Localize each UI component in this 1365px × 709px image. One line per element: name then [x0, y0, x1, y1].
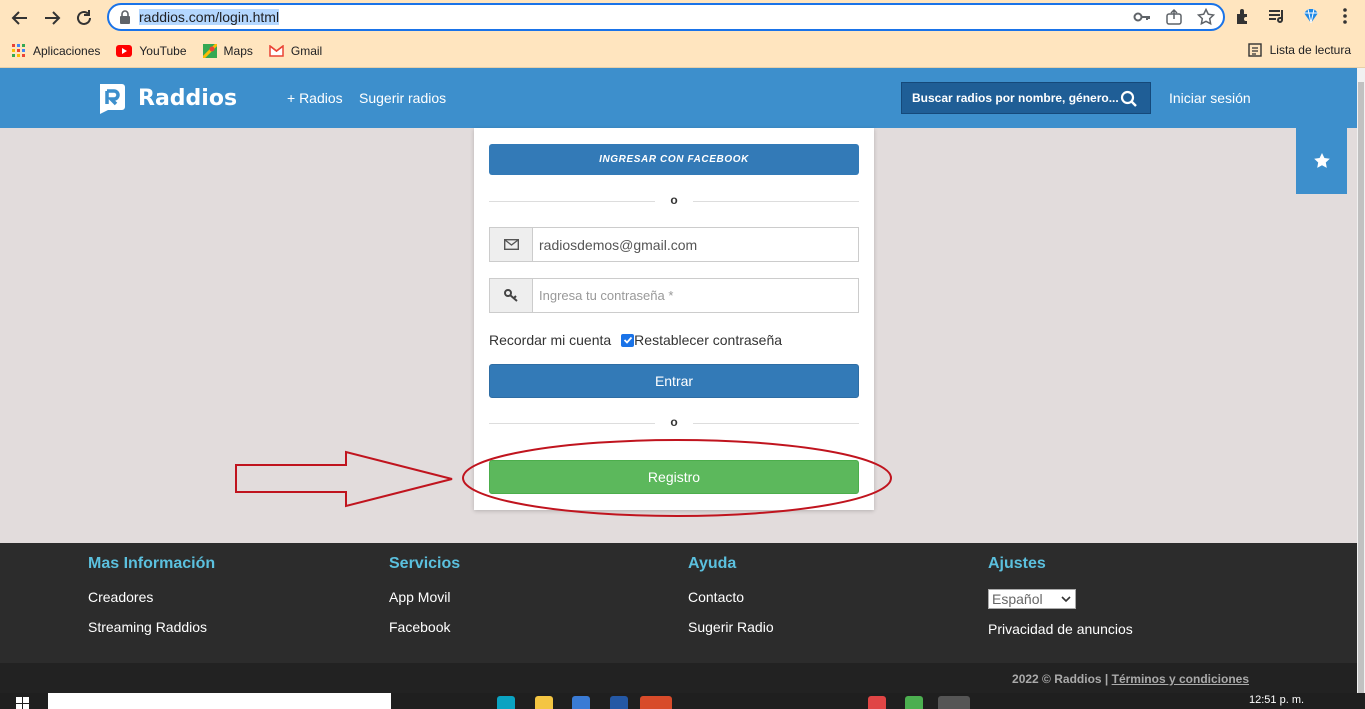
- diamond-extension-icon[interactable]: [1301, 6, 1321, 26]
- app-taskbar-icon[interactable]: [610, 696, 628, 709]
- footer-link-creators[interactable]: Creadores: [88, 589, 215, 605]
- sub-footer: 2022 © Raddios | Términos y condiciones: [0, 663, 1357, 693]
- password-placeholder: Ingresa tu contraseña *: [539, 288, 674, 303]
- footer-col-help: Ayuda Contacto Sugerir Radio: [688, 555, 774, 649]
- footer-col-settings: Ajustes Español Privacidad de anuncios: [988, 555, 1133, 651]
- lock-icon: [120, 10, 130, 24]
- share-icon[interactable]: [1165, 8, 1183, 26]
- footer-link-app[interactable]: App Movil: [389, 589, 460, 605]
- footer-col-services: Servicios App Movil Facebook: [389, 555, 460, 649]
- more-menu-icon[interactable]: [1335, 6, 1355, 26]
- site-logo[interactable]: Raddios: [94, 81, 237, 115]
- star-icon: [1313, 153, 1330, 168]
- enter-button[interactable]: Entrar: [489, 364, 859, 398]
- footer-heading-help: Ayuda: [688, 555, 737, 572]
- remember-label: Recordar mi cuenta: [489, 332, 612, 348]
- browser-toolbar: raddios.com/login.html: [0, 0, 1365, 35]
- explorer-taskbar-icon[interactable]: [535, 696, 553, 709]
- page-scrollbar[interactable]: [1357, 68, 1365, 709]
- nav-suggest-radios[interactable]: Sugerir radios: [359, 90, 446, 106]
- favorites-button[interactable]: [1296, 128, 1347, 194]
- login-link[interactable]: Iniciar sesión: [1169, 90, 1251, 106]
- store-taskbar-icon[interactable]: [572, 696, 590, 709]
- reload-button[interactable]: [68, 2, 100, 34]
- search-icon[interactable]: [1120, 90, 1138, 108]
- terms-link[interactable]: Términos y condiciones: [1112, 672, 1249, 686]
- address-bar[interactable]: raddios.com/login.html: [107, 3, 1225, 31]
- chevron-down-icon: [1061, 596, 1071, 603]
- arrow-left-icon: [11, 10, 27, 25]
- bookmark-apps[interactable]: Aplicaciones: [12, 44, 100, 58]
- media-control-icon[interactable]: [1267, 6, 1287, 26]
- edge-taskbar-icon[interactable]: [497, 696, 515, 709]
- footer-heading-settings: Ajustes: [988, 555, 1046, 572]
- login-card: INGRESAR CON FACEBOOK o radiosdemos@gmai…: [474, 128, 874, 510]
- raddios-logo-icon: [100, 84, 125, 114]
- or-divider: o: [489, 193, 859, 208]
- reset-password-link[interactable]: Restablecer contraseña: [634, 332, 782, 348]
- remember-checkbox[interactable]: [621, 333, 635, 347]
- app-active-taskbar-icon[interactable]: [640, 696, 672, 709]
- bookmark-maps[interactable]: Maps: [202, 44, 253, 58]
- checkmark-icon: [623, 336, 632, 344]
- key-icon: [490, 279, 533, 312]
- footer-link-contact[interactable]: Contacto: [688, 589, 774, 605]
- app-red-taskbar-icon[interactable]: [868, 696, 886, 709]
- scrollbar-thumb[interactable]: [1358, 82, 1364, 709]
- clock[interactable]: 12:51 p. m.: [1249, 694, 1304, 706]
- copyright: 2022 © Raddios | Términos y condiciones: [1012, 672, 1249, 686]
- apps-grid-icon: [12, 44, 25, 57]
- windows-start-icon[interactable]: [16, 697, 30, 709]
- os-taskbar: 12:51 p. m.: [0, 693, 1365, 709]
- register-button[interactable]: Registro: [489, 460, 859, 494]
- maps-icon: [202, 44, 217, 58]
- bookmarks-bar: Aplicaciones YouTube Maps Gmail Lista de…: [0, 35, 1365, 68]
- gmail-icon: [269, 45, 284, 57]
- site-footer: Mas Información Creadores Streaming Radd…: [0, 543, 1357, 663]
- url-text: raddios.com/login.html: [139, 9, 280, 25]
- or-divider-2: o: [489, 415, 859, 430]
- email-value: radiosdemos@gmail.com: [539, 236, 698, 253]
- bookmark-gmail[interactable]: Gmail: [269, 44, 322, 58]
- site-header: Raddios + Radios Sugerir radios Buscar r…: [0, 68, 1357, 128]
- email-field[interactable]: radiosdemos@gmail.com: [489, 227, 859, 262]
- footer-col-info: Mas Información Creadores Streaming Radd…: [88, 555, 215, 649]
- footer-link-facebook[interactable]: Facebook: [389, 619, 460, 635]
- radio-search-input[interactable]: Buscar radios por nombre, género...: [901, 82, 1151, 114]
- facebook-login-button[interactable]: INGRESAR CON FACEBOOK: [489, 144, 859, 175]
- nav-radios[interactable]: + Radios: [287, 90, 343, 106]
- back-button[interactable]: [4, 2, 36, 34]
- app-green-taskbar-icon[interactable]: [905, 696, 923, 709]
- arrow-right-icon: [45, 10, 61, 25]
- remember-row: Recordar mi cuenta Restablecer contraseñ…: [489, 332, 782, 348]
- footer-link-streaming[interactable]: Streaming Raddios: [88, 619, 215, 635]
- envelope-icon: [490, 228, 533, 261]
- youtube-icon: [116, 45, 133, 57]
- password-field[interactable]: Ingresa tu contraseña *: [489, 278, 859, 313]
- forward-button[interactable]: [36, 2, 68, 34]
- bookmark-youtube[interactable]: YouTube: [116, 44, 187, 58]
- footer-heading-services: Servicios: [389, 555, 461, 572]
- taskbar-search[interactable]: [48, 693, 391, 709]
- extensions-icon[interactable]: [1233, 6, 1253, 26]
- footer-heading-info: Mas Información: [88, 555, 216, 572]
- footer-link-ad-privacy[interactable]: Privacidad de anuncios: [988, 621, 1133, 637]
- key-icon[interactable]: [1133, 8, 1151, 26]
- reading-list-icon: [1247, 43, 1262, 57]
- language-select[interactable]: Español: [988, 589, 1076, 609]
- reload-icon: [77, 9, 91, 25]
- reading-list-button[interactable]: Lista de lectura: [1247, 43, 1351, 57]
- chrome-taskbar-icon[interactable]: [938, 696, 970, 709]
- annotation-arrow: [235, 450, 453, 508]
- bookmark-star-icon[interactable]: [1197, 8, 1215, 26]
- footer-link-suggest-radio[interactable]: Sugerir Radio: [688, 619, 774, 635]
